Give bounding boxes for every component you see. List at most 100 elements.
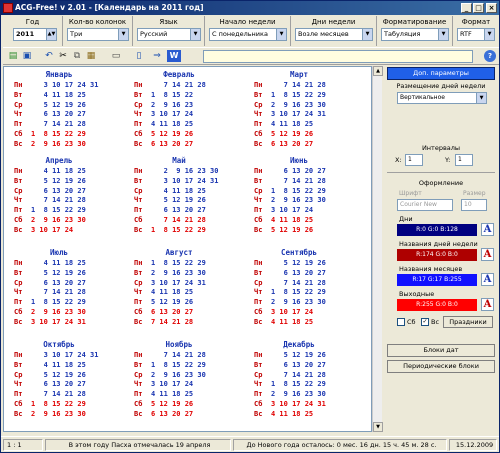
day-numbers: 3 10 17 24 31 [151,176,219,185]
chevron-down-icon[interactable]: ▼ [118,29,128,40]
holidays-button[interactable]: Праздники [443,316,493,328]
extra-params-tab[interactable]: Доп. параметры [387,67,495,80]
vertical-scrollbar[interactable]: ▲ ▼ [372,66,383,432]
day-numbers: 3 10 17 24 [271,206,314,215]
day-name: Ср [254,100,263,109]
day-name: Пн [254,351,263,359]
day-name: Чт [134,380,143,389]
chevron-down-icon[interactable]: ▼ [476,93,486,103]
help-icon[interactable]: ? [484,50,496,62]
outfmt-group: Формат RTF ▼ [453,16,499,46]
weekend-font-button[interactable]: A [481,298,494,311]
year-label: Год [25,18,40,26]
day-numbers: 6 13 20 27 [31,110,86,119]
undo-icon[interactable]: ↶ [43,50,55,62]
save-icon[interactable]: ▣ [21,50,33,62]
cols-value: Три [70,30,83,38]
monthnames-font-button[interactable]: A [481,273,494,286]
y-stepper[interactable]: 1 [455,154,473,166]
day-name: Пн [14,167,23,175]
day-numbers: 7 14 21 28 [31,120,86,129]
daynames-font-button[interactable]: A [481,248,494,261]
preview-icon[interactable]: ▯ [133,50,145,62]
calendar-view[interactable]: Январь Пн 3 10 17 24 31 Вт 4 11 18 25 Ср 5 … [3,66,372,432]
lang-group: Язык Русский ▼ [133,16,205,46]
sat-checkbox[interactable] [397,318,405,326]
day-numbers: 4 11 18 25 [271,120,314,129]
day-numbers: 5 12 19 26 [31,370,86,379]
month-title: Январь [45,70,73,79]
month-block: Июнь Пн 6 13 20 27 Вт 7 14 21 28 Ср 1 8 15 2… [254,156,364,241]
format-select[interactable]: Табуляция ▼ [381,28,449,41]
placement-label: Размещение дней недели [396,82,486,90]
print-icon[interactable]: ▭ [107,50,125,62]
chevron-down-icon[interactable]: ▼ [276,29,286,40]
weekend-color-box[interactable]: R:255 G:0 B:0 [397,299,477,311]
day-numbers: 1 8 15 22 29 [31,206,86,215]
chevron-down-icon[interactable]: ▼ [362,29,372,40]
days-color-box[interactable]: R:0 G:0 B:128 [397,224,477,236]
days-font-button[interactable]: A [481,223,494,236]
size-label: Размер [463,190,486,197]
day-numbers: 7 14 21 28 [271,370,326,379]
copy-icon[interactable]: ⧉ [71,50,83,62]
month-title: Май [172,156,186,165]
month-title: Июль [49,248,69,257]
new-icon[interactable]: ▤ [7,50,19,62]
day-name: Ср [134,278,143,287]
weekdays-select[interactable]: Возле месяцев ▼ [295,28,373,41]
close-icon[interactable]: × [486,3,497,13]
day-numbers: 2 9 16 23 30 [271,390,326,399]
day-numbers: 2 9 16 23 30 [31,216,86,224]
month-block: Сентябрь Пн 5 12 19 26 Вт 6 13 20 27 Ср 7 1… [254,248,364,333]
monthnames-color-box[interactable]: R:17 G:17 B:255 [397,274,477,286]
chevron-down-icon[interactable]: ▼ [438,29,448,40]
day-numbers: 1 8 15 22 [151,90,194,99]
cols-select[interactable]: Три ▼ [67,28,129,41]
scroll-down-icon[interactable]: ▼ [373,422,383,432]
day-numbers: 5 12 19 26 [31,176,86,185]
lang-select[interactable]: Русский ▼ [137,28,201,41]
day-name: Сб [14,130,23,138]
day-name: Пн [134,167,143,175]
scroll-up-icon[interactable]: ▲ [373,66,383,76]
day-name: Ср [134,100,143,109]
day-name: Пт [134,120,143,129]
periodic-blocks-button[interactable]: Периодические блоки [387,360,495,373]
word-icon[interactable]: W [167,50,181,62]
days-label: Дни [399,215,413,223]
year-stepper[interactable]: 2011 ▲▼ [13,28,57,41]
maximize-icon[interactable]: □ [473,3,484,13]
chevron-down-icon[interactable]: ▼ [190,29,200,40]
daynames-color-box[interactable]: R:174 G:0 B:0 [397,249,477,261]
cut-icon[interactable]: ✂ [57,50,69,62]
day-name: Сб [14,308,23,316]
day-numbers: 3 10 17 24 31 [31,81,99,89]
placement-select[interactable]: Вертикальное ▼ [397,92,487,104]
weekstart-select[interactable]: С понедельника ▼ [209,28,287,41]
month-block: Февраль Пн 7 14 21 28 Вт 1 8 15 22 Ср 2 9 16 … [134,70,244,155]
day-numbers: 1 8 15 22 29 [151,259,206,267]
day-numbers: 2 9 16 23 30 [271,298,326,307]
day-numbers: 4 11 18 25 [151,288,194,297]
day-name: Пт [134,298,143,307]
chevron-down-icon[interactable]: ▼ [484,29,494,40]
toolbar-input[interactable] [203,50,473,63]
stepper-arrows-icon[interactable]: ▲▼ [46,29,56,40]
sun-checkbox[interactable]: ✓ [421,318,429,326]
export-icon[interactable]: ⇒ [151,50,163,62]
day-numbers: 4 11 18 25 [31,90,86,99]
day-name: Чт [134,288,143,297]
day-name: Ср [254,370,263,379]
x-label: X: [395,156,402,164]
x-stepper[interactable]: 1 [405,154,423,166]
day-name: Пн [14,259,23,267]
date-blocks-button[interactable]: Блоки дат [387,344,495,357]
month-block: Май Пн 2 9 16 23 30 Вт 3 10 17 24 31 Ср 4 1… [134,156,244,241]
outfmt-select[interactable]: RTF ▼ [457,28,495,41]
day-numbers: 1 8 15 22 29 [271,288,326,297]
day-numbers: 2 9 16 23 30 [31,308,86,316]
paste-icon[interactable]: ▦ [85,50,97,62]
divider [387,172,495,173]
minimize-icon[interactable]: _ [461,3,472,13]
